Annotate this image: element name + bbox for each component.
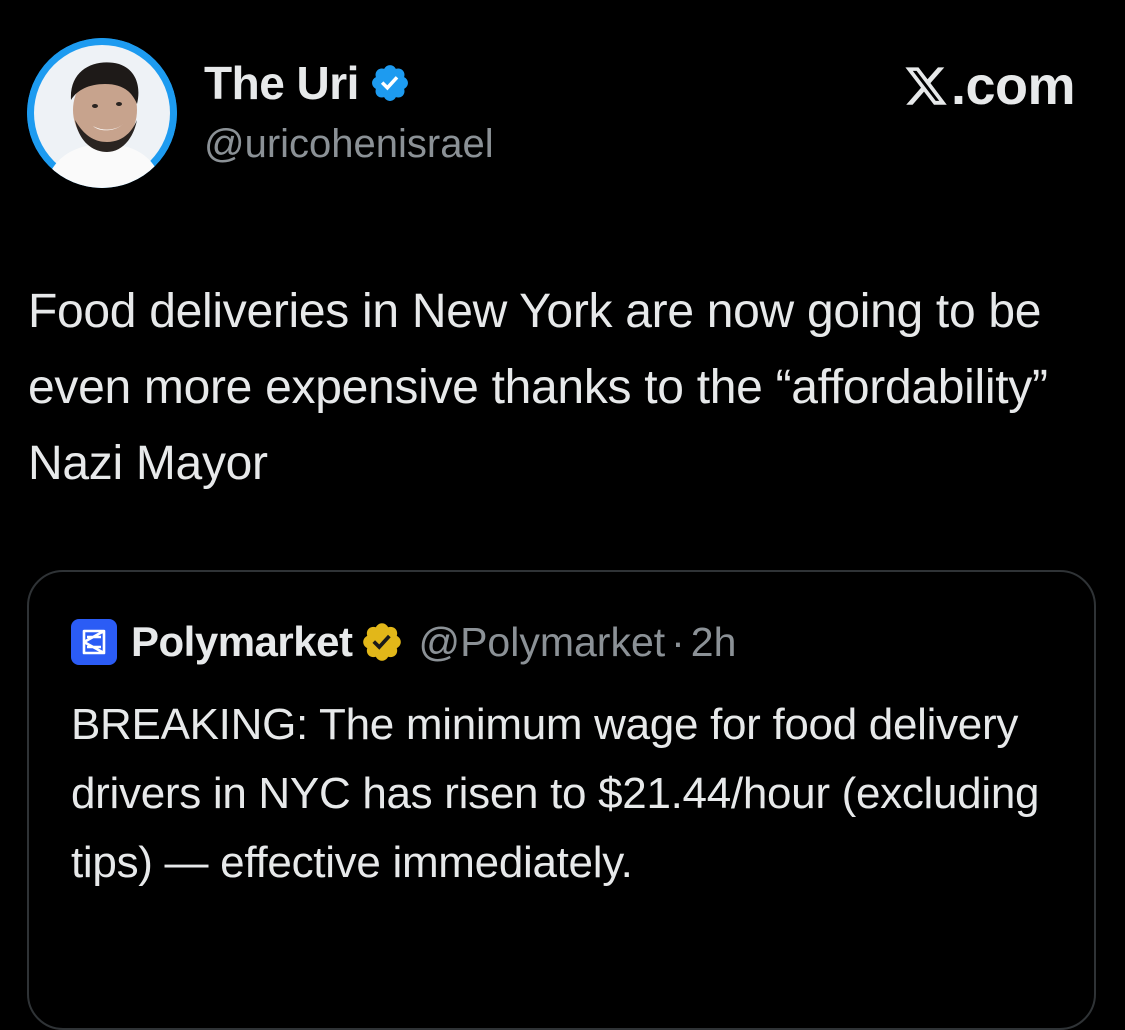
quote-text: BREAKING: The minimum wage for food deli… [71, 700, 1040, 887]
verified-badge-blue-icon [372, 65, 408, 101]
author-name-row: The Uri [204, 56, 411, 110]
polymarket-glyph-icon [82, 629, 106, 655]
quote-display-name[interactable]: Polymarket [131, 616, 353, 668]
tweet-text: Food deliveries in New York are now goin… [28, 285, 1048, 490]
tweet-header: The Uri @uricohenisrael .com [0, 0, 1125, 200]
x-logo-icon [905, 67, 947, 105]
quote-timestamp[interactable]: 2h [691, 616, 737, 668]
x-brand: .com [903, 54, 1076, 118]
quote-separator: · [671, 619, 685, 665]
quoted-tweet-card[interactable]: Polymarket @Polymarket · 2h BREAKING: Th… [27, 570, 1096, 1030]
quote-header: Polymarket @Polymarket · 2h [71, 616, 736, 668]
polymarket-logo-icon[interactable] [71, 619, 117, 665]
avatar-photo [27, 38, 177, 188]
brand-label: .com [950, 56, 1076, 116]
author-handle[interactable]: @uricohenisrael [204, 120, 494, 168]
verified-badge-gold-icon [363, 623, 402, 661]
author-avatar[interactable] [27, 38, 177, 188]
quote-handle[interactable]: @Polymarket [418, 616, 665, 668]
author-display-name[interactable]: The Uri [204, 56, 359, 110]
